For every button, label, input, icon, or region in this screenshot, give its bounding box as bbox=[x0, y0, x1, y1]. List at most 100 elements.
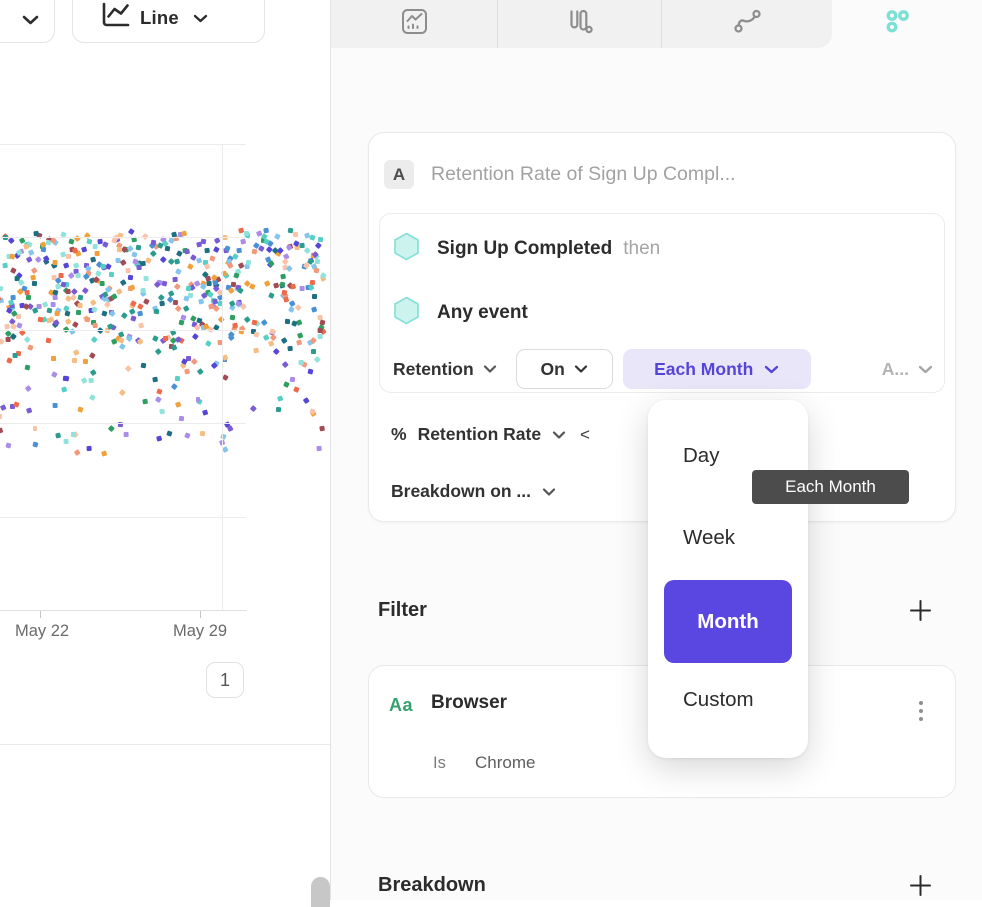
truncated-dropdown[interactable]: A... bbox=[882, 359, 933, 380]
menu-item-month-selected[interactable]: Month bbox=[664, 580, 792, 663]
add-filter-button[interactable] bbox=[906, 599, 934, 627]
scatter-point bbox=[132, 258, 138, 264]
scatter-point bbox=[37, 316, 42, 321]
scatter-point bbox=[196, 397, 201, 402]
scatter-point bbox=[108, 425, 114, 431]
scatter-point bbox=[145, 257, 151, 263]
query-letter-badge: A bbox=[384, 160, 414, 189]
scatter-point bbox=[3, 262, 8, 267]
tab-line-chart[interactable] bbox=[331, 0, 497, 48]
menu-item-day[interactable]: Day bbox=[683, 444, 719, 468]
scatter-point bbox=[286, 244, 292, 250]
scatter-point bbox=[62, 386, 68, 392]
scatter-point bbox=[274, 233, 280, 239]
scatter-point bbox=[64, 439, 69, 444]
tab-flow[interactable] bbox=[661, 0, 832, 48]
scatter-point bbox=[307, 369, 313, 375]
scatter-point bbox=[244, 316, 250, 322]
scatter-point bbox=[181, 231, 187, 237]
scatter-point bbox=[73, 321, 79, 327]
gridline bbox=[0, 144, 246, 145]
breakdown-on-dropdown[interactable]: Breakdown on ... bbox=[391, 481, 556, 502]
chevron-down-icon bbox=[764, 365, 779, 374]
chevron-down-icon bbox=[22, 15, 39, 25]
menu-item-week[interactable]: Week bbox=[683, 526, 735, 550]
scatter-point bbox=[283, 381, 289, 387]
filter-property-name[interactable]: Browser bbox=[431, 692, 507, 714]
scatter-point bbox=[140, 260, 145, 265]
retention-type-dropdown[interactable]: Retention bbox=[393, 359, 497, 380]
scatter-point bbox=[16, 314, 21, 319]
scatter-point bbox=[169, 291, 175, 297]
scatter-point bbox=[119, 343, 125, 349]
scatter-point bbox=[175, 259, 181, 265]
scatter-point bbox=[28, 250, 34, 256]
scatter-point bbox=[55, 311, 60, 316]
filter-operator[interactable]: Is bbox=[433, 754, 446, 773]
scatter-point bbox=[120, 259, 126, 265]
scatter-point bbox=[175, 268, 181, 274]
pagination-page-button[interactable]: 1 bbox=[206, 662, 244, 698]
app-window: May 22 May 29 1 Line bbox=[0, 0, 982, 900]
scatter-point bbox=[200, 431, 205, 436]
kebab-menu-button[interactable] bbox=[911, 691, 931, 731]
tab-retention-active[interactable] bbox=[860, 0, 935, 48]
on-dropdown-button[interactable]: On bbox=[516, 349, 613, 389]
scatter-point bbox=[261, 319, 267, 325]
measure-label: Retention Rate bbox=[418, 424, 541, 445]
scatter-point bbox=[15, 276, 20, 281]
measure-dropdown[interactable]: % Retention Rate < bbox=[391, 424, 590, 445]
framed-chart-icon bbox=[401, 8, 428, 40]
scatter-point bbox=[124, 431, 129, 436]
each-month-dropdown-open[interactable]: Each Month bbox=[623, 349, 811, 389]
scatter-point bbox=[304, 247, 310, 253]
scatter-point bbox=[104, 301, 110, 307]
scatter-point bbox=[100, 263, 106, 269]
event-name: Sign Up Completed bbox=[437, 238, 612, 260]
scatter-point bbox=[81, 377, 87, 383]
scatter-point bbox=[194, 280, 200, 286]
scatter-point bbox=[71, 431, 76, 436]
event-step-return[interactable]: Any event bbox=[393, 296, 539, 330]
scatter-point bbox=[315, 242, 321, 248]
scatter-point bbox=[228, 287, 234, 293]
event-step-first[interactable]: Sign Up Completed then bbox=[393, 232, 660, 266]
scatter-point bbox=[31, 267, 37, 273]
add-breakdown-button[interactable] bbox=[906, 874, 934, 902]
scatter-point bbox=[280, 273, 285, 278]
scatter-point bbox=[93, 244, 98, 249]
scatter-point bbox=[78, 294, 83, 299]
scatter-point bbox=[52, 289, 58, 295]
scatter-point bbox=[156, 435, 162, 441]
scatter-point bbox=[150, 250, 156, 256]
tab-bar-chart[interactable] bbox=[497, 0, 661, 48]
query-title[interactable]: Retention Rate of Sign Up Compl... bbox=[431, 163, 736, 186]
scatter-point bbox=[53, 259, 58, 264]
scatter-point bbox=[166, 430, 172, 436]
collapsed-dropdown-button[interactable] bbox=[0, 0, 55, 43]
menu-item-custom[interactable]: Custom bbox=[683, 688, 754, 712]
filter-value[interactable]: Chrome bbox=[475, 753, 535, 773]
breakdown-on-label: Breakdown on ... bbox=[391, 481, 531, 502]
scrollbar-thumb[interactable] bbox=[311, 877, 330, 907]
chart-type-dropdown[interactable]: Line bbox=[72, 0, 265, 43]
scatter-point bbox=[59, 273, 64, 278]
scatter-point bbox=[91, 336, 97, 342]
scatter-point bbox=[270, 334, 276, 340]
scatter-point bbox=[200, 283, 206, 289]
scatter-point bbox=[0, 286, 3, 292]
scatter-point bbox=[249, 283, 255, 289]
scatter-point bbox=[112, 237, 118, 243]
scatter-point bbox=[76, 273, 81, 278]
scatter-point bbox=[89, 394, 95, 400]
scatter-point bbox=[142, 399, 147, 404]
scatter-point bbox=[222, 374, 228, 380]
event-hexagon-icon bbox=[393, 296, 420, 330]
scatter-point bbox=[11, 295, 16, 300]
scatter-point bbox=[90, 256, 96, 262]
on-label: On bbox=[541, 359, 565, 380]
scatter-point bbox=[46, 307, 51, 312]
scatter-point bbox=[244, 231, 249, 236]
scatter-point bbox=[72, 357, 77, 362]
scatter-point bbox=[130, 315, 136, 321]
